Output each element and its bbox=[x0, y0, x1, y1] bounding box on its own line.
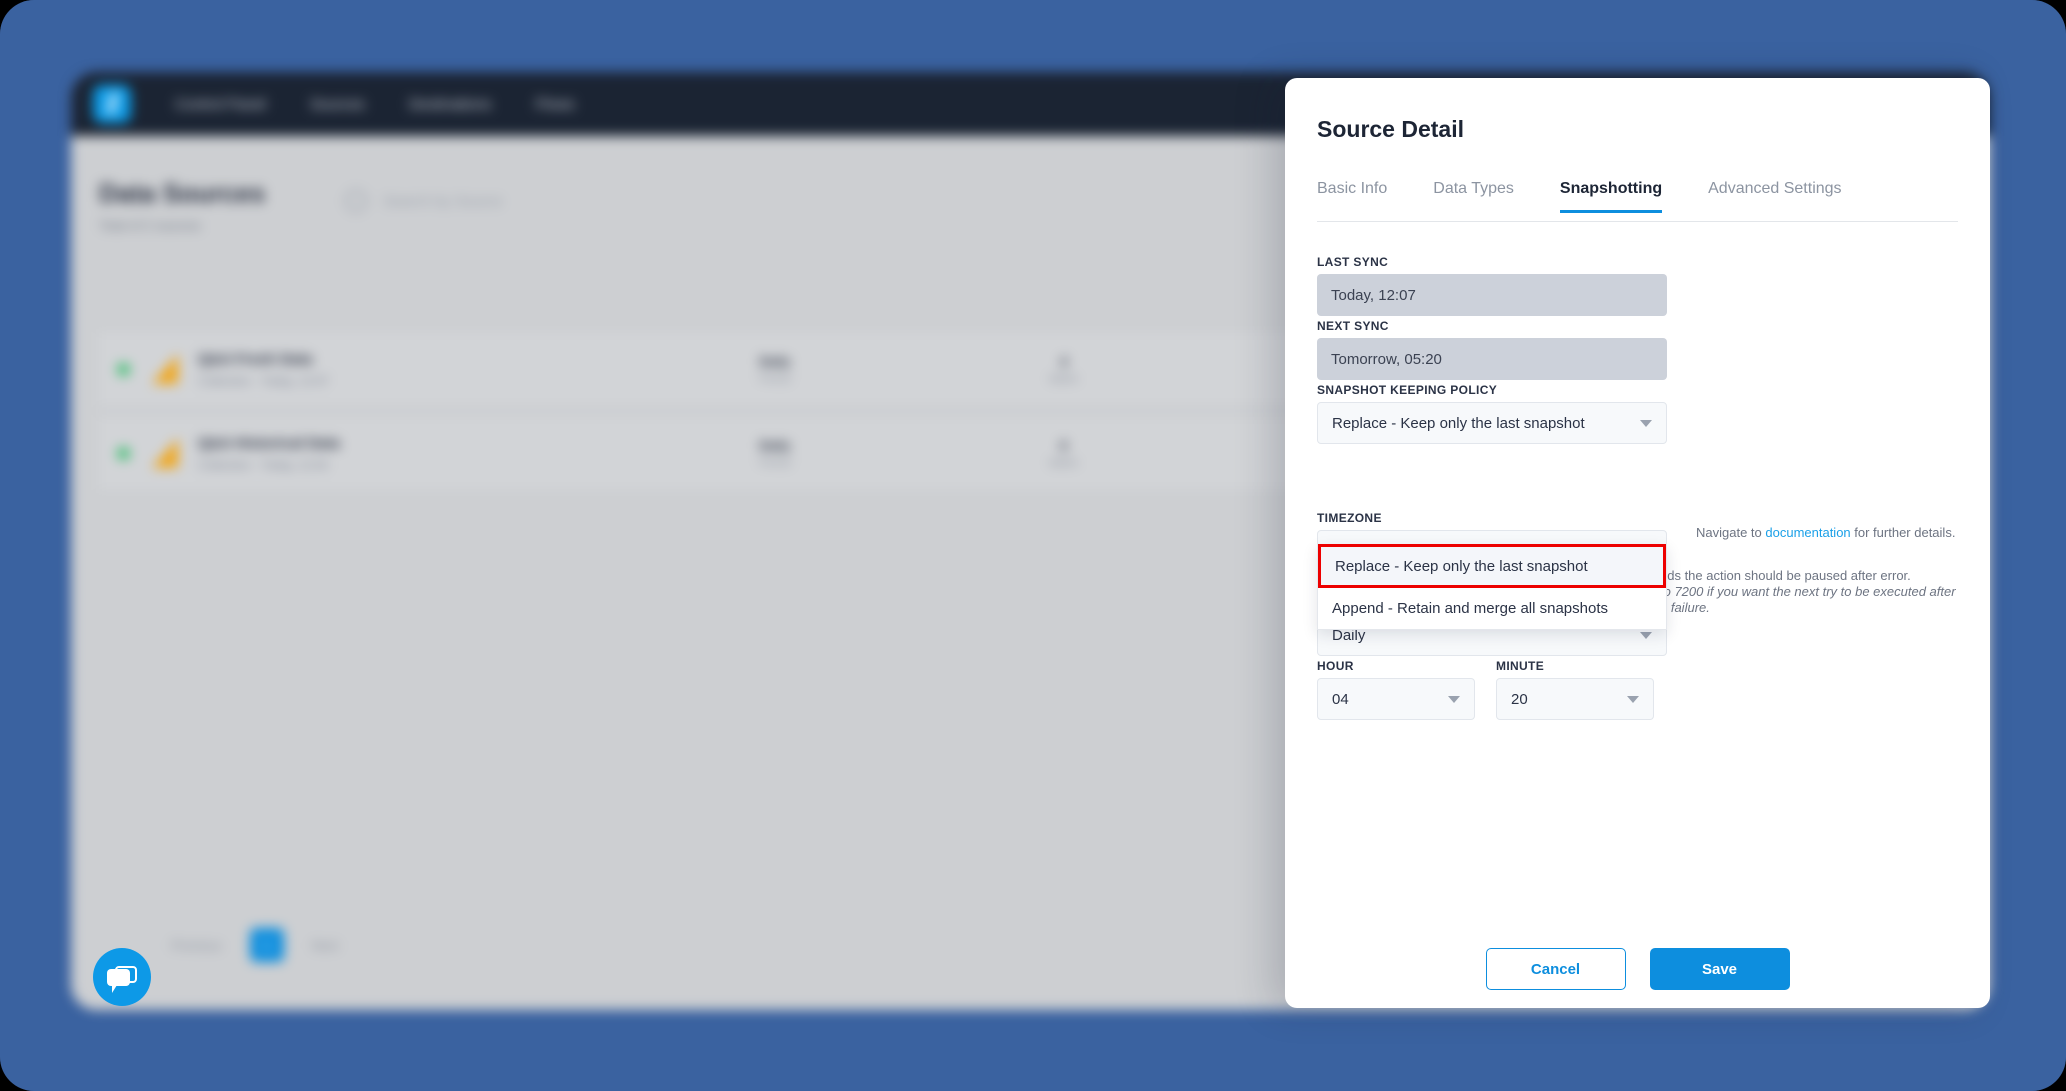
source-meta: Collection - Today, 11:54 bbox=[198, 457, 329, 472]
search-input[interactable]: Search by Source bbox=[345, 190, 502, 212]
source-name: Q&A Fresh Data bbox=[198, 350, 313, 368]
snapshot-policy-label: SNAPSHOT KEEPING POLICY bbox=[1317, 383, 1498, 397]
screen: Control Panel Sources Destinations Flows… bbox=[0, 0, 2066, 1091]
tab-basic-info[interactable]: Basic Info bbox=[1317, 180, 1387, 213]
status-dot-icon bbox=[117, 362, 130, 376]
page-title: Data Sources bbox=[99, 178, 266, 208]
source-period-label: Daily bbox=[759, 353, 791, 369]
tab-data-types[interactable]: Data Types bbox=[1433, 180, 1514, 213]
source-tables: 6 tables bbox=[1049, 438, 1078, 469]
dropdown-option-append[interactable]: Append - Retain and merge all snapshots bbox=[1318, 588, 1666, 629]
source-type-icon bbox=[152, 354, 178, 384]
chat-bubble-front-icon bbox=[107, 969, 130, 993]
cancel-button[interactable]: Cancel bbox=[1485, 948, 1626, 990]
hour-label: HOUR bbox=[1317, 659, 1354, 673]
source-tables-caption: tables bbox=[1049, 372, 1079, 385]
source-tables-count: 4 bbox=[1060, 353, 1068, 369]
app-logo-icon bbox=[93, 85, 131, 123]
pagination-current-page[interactable]: 1 bbox=[249, 928, 284, 962]
documentation-link[interactable]: documentation bbox=[1765, 525, 1850, 540]
tab-advanced-settings[interactable]: Advanced Settings bbox=[1708, 180, 1841, 213]
documentation-hint-suffix: for further details. bbox=[1850, 525, 1956, 540]
minute-value: 20 bbox=[1511, 690, 1528, 708]
nav-item-control-panel[interactable]: Control Panel bbox=[175, 96, 266, 113]
source-period-caption: Period bbox=[759, 456, 791, 469]
snapshot-policy-dropdown-menu: Replace - Keep only the last snapshot Ap… bbox=[1317, 544, 1667, 630]
source-period: Daily Period bbox=[759, 438, 791, 469]
source-period: Daily Period bbox=[759, 354, 791, 385]
timezone-label: TIMEZONE bbox=[1317, 511, 1382, 525]
last-sync-label: LAST SYNC bbox=[1317, 255, 1389, 269]
source-tables-caption: tables bbox=[1049, 456, 1079, 469]
chevron-down-icon bbox=[1448, 695, 1460, 703]
retry-hint-line-3: e failure. bbox=[1660, 600, 1710, 615]
last-sync-value: Today, 12:07 bbox=[1317, 274, 1667, 316]
page-header: Data Sources Total of 2 sources Search b… bbox=[99, 178, 502, 233]
modal-footer: Cancel Save bbox=[1285, 948, 1990, 990]
retry-hint-line-2: to 7200 if you want the next try to be e… bbox=[1660, 584, 1956, 599]
retry-hint-line-1: nds the action should be paused after er… bbox=[1660, 568, 1911, 583]
chevron-down-icon bbox=[1640, 631, 1652, 639]
chevron-down-icon bbox=[1640, 419, 1652, 427]
save-button[interactable]: Save bbox=[1649, 948, 1790, 990]
minute-label: MINUTE bbox=[1496, 659, 1545, 673]
source-period-caption: Period bbox=[759, 372, 791, 385]
source-meta: Collection - Today, 12:07 bbox=[198, 373, 329, 388]
source-tables-count: 6 bbox=[1060, 437, 1068, 453]
snapshot-policy-value: Replace - Keep only the last snapshot bbox=[1332, 414, 1585, 432]
source-tables: 4 tables bbox=[1049, 354, 1078, 385]
search-icon bbox=[345, 190, 368, 212]
pagination-previous[interactable]: Previous bbox=[171, 938, 222, 953]
chevron-down-icon bbox=[1627, 695, 1639, 703]
snapshot-policy-select[interactable]: Replace - Keep only the last snapshot bbox=[1317, 402, 1667, 444]
minute-select[interactable]: 20 bbox=[1496, 678, 1654, 720]
hour-value: 04 bbox=[1332, 690, 1349, 708]
device-frame: Control Panel Sources Destinations Flows… bbox=[0, 0, 2066, 1091]
hour-select[interactable]: 04 bbox=[1317, 678, 1475, 720]
source-period-label: Daily bbox=[759, 437, 791, 453]
modal-tabs: Basic Info Data Types Snapshotting Advan… bbox=[1317, 180, 1958, 222]
page-subtitle: Total of 2 sources bbox=[99, 218, 201, 233]
source-type-icon bbox=[152, 438, 178, 468]
documentation-hint: Navigate to documentation for further de… bbox=[1696, 525, 1955, 540]
source-name: Q&A Historical Data bbox=[198, 434, 340, 452]
next-sync-value: Tomorrow, 05:20 bbox=[1317, 338, 1667, 380]
search-placeholder: Search by Source bbox=[383, 192, 503, 210]
nav-item-destinations[interactable]: Destinations bbox=[409, 96, 492, 113]
dropdown-option-replace[interactable]: Replace - Keep only the last snapshot bbox=[1318, 544, 1666, 588]
pagination: Previous 1 Next bbox=[171, 928, 338, 962]
status-dot-icon bbox=[117, 446, 130, 460]
next-sync-label: NEXT SYNC bbox=[1317, 319, 1389, 333]
nav-item-sources[interactable]: Sources bbox=[310, 96, 365, 113]
pagination-next[interactable]: Next bbox=[312, 938, 339, 953]
nav-item-flows[interactable]: Flows bbox=[535, 96, 574, 113]
documentation-hint-prefix: Navigate to bbox=[1696, 525, 1766, 540]
chat-bubble-icon[interactable] bbox=[93, 948, 151, 1006]
retry-hint-text: nds the action should be paused after er… bbox=[1660, 568, 1970, 616]
modal-title: Source Detail bbox=[1317, 116, 1464, 142]
tab-snapshotting[interactable]: Snapshotting bbox=[1559, 180, 1663, 213]
source-detail-modal: Source Detail Basic Info Data Types Snap… bbox=[1285, 78, 1990, 1008]
